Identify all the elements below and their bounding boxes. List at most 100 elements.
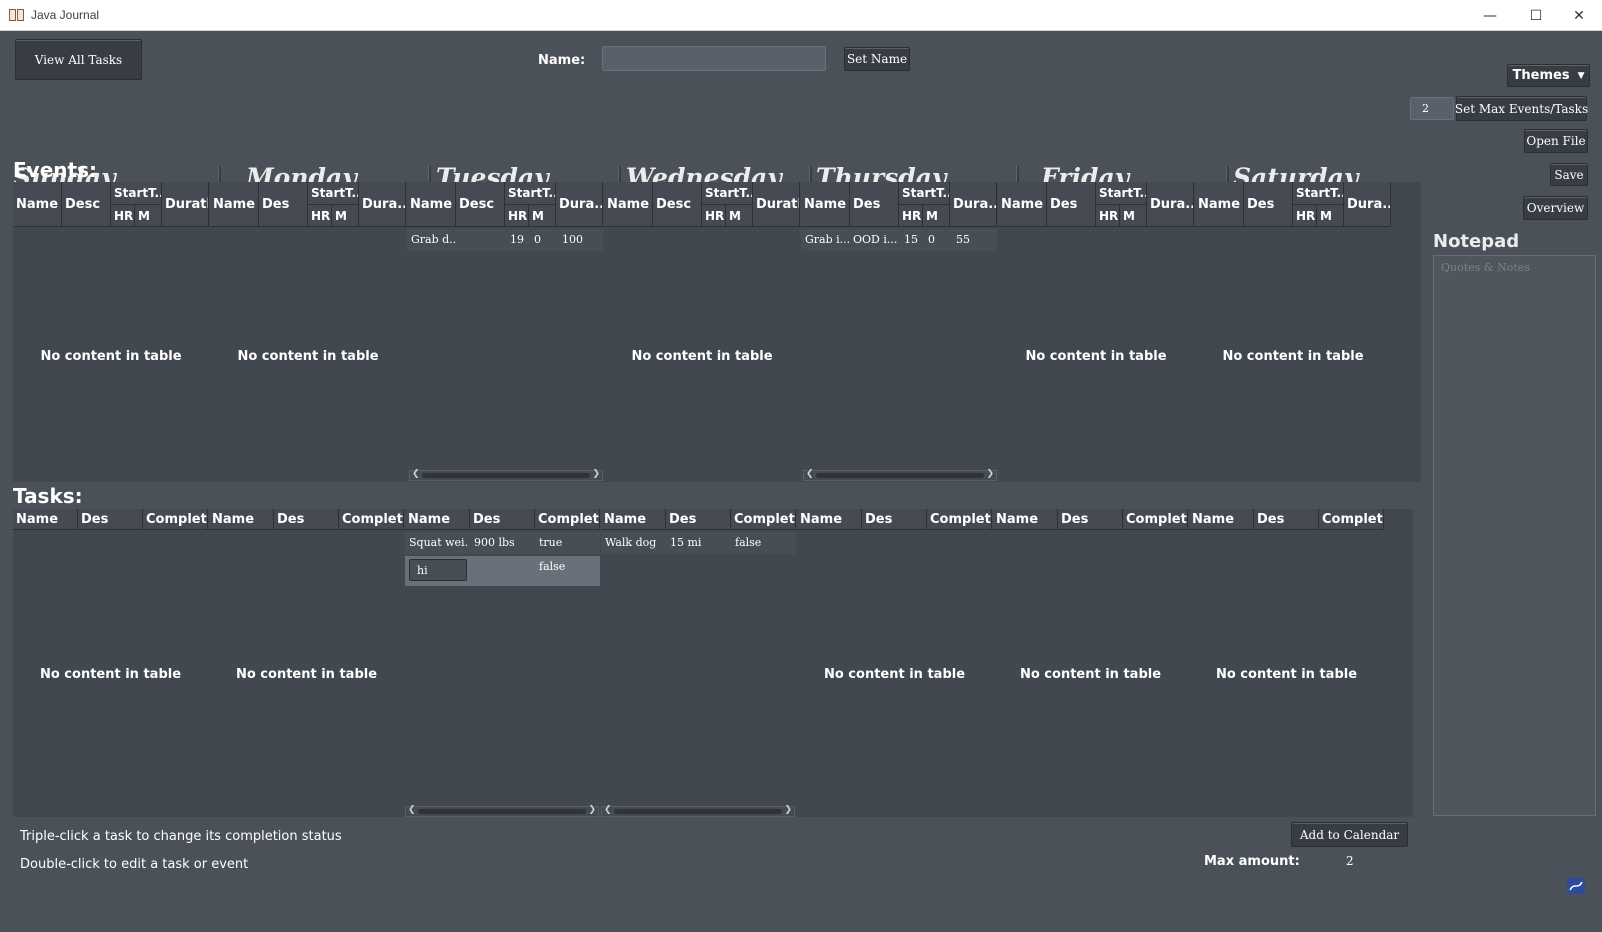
horizontal-scrollbar[interactable]: ❮ ❯: [409, 469, 603, 481]
column-header-dur[interactable]: Dura...: [1344, 182, 1391, 227]
open-file-button[interactable]: Open File: [1524, 129, 1588, 153]
column-header-dur[interactable]: Duratic: [753, 182, 800, 227]
column-header-name[interactable]: Name: [405, 509, 470, 530]
scroll-thumb[interactable]: [614, 809, 782, 814]
overview-button[interactable]: Overview: [1523, 196, 1588, 220]
column-header-m[interactable]: M: [1317, 205, 1344, 227]
column-header-hr[interactable]: HR: [1293, 205, 1317, 227]
horizontal-scrollbar[interactable]: ❮ ❯: [601, 805, 795, 817]
column-header-des[interactable]: Des: [1254, 509, 1319, 530]
column-header-m[interactable]: M: [726, 205, 753, 227]
column-header-name[interactable]: Name: [13, 182, 62, 227]
column-header-desc[interactable]: Des: [1047, 182, 1096, 227]
column-header-hr[interactable]: HR: [111, 205, 135, 227]
scroll-right-icon[interactable]: ❯: [986, 469, 994, 479]
view-all-tasks-button[interactable]: View All Tasks: [15, 39, 142, 80]
task-name-edit-input[interactable]: hi: [409, 559, 467, 581]
scroll-left-icon[interactable]: ❮: [412, 469, 420, 479]
events-table-thursday[interactable]: NameDesStartT...HRMDura... Grab i... OOD i…: [801, 182, 997, 482]
column-header-desc[interactable]: Des: [1244, 182, 1293, 227]
column-header-desc[interactable]: Desc: [62, 182, 111, 227]
column-header-name[interactable]: Name: [993, 509, 1058, 530]
column-header-m[interactable]: M: [332, 205, 359, 227]
column-header-name[interactable]: Name: [1195, 182, 1244, 227]
column-header-hr[interactable]: HR: [505, 205, 529, 227]
column-header-name[interactable]: Name: [210, 182, 259, 227]
column-header-desc[interactable]: Desc: [456, 182, 505, 227]
column-header-complete[interactable]: Complete: [535, 509, 600, 530]
scroll-left-icon[interactable]: ❮: [408, 805, 416, 815]
scroll-thumb[interactable]: [418, 809, 586, 814]
column-header-name[interactable]: Name: [604, 182, 653, 227]
column-header-starttime[interactable]: StartT...: [899, 182, 950, 205]
column-header-des[interactable]: Des: [470, 509, 535, 530]
column-header-complete[interactable]: Complete: [1319, 509, 1384, 530]
column-header-starttime[interactable]: StartT...: [111, 182, 162, 205]
column-header-m[interactable]: M: [923, 205, 950, 227]
column-header-starttime[interactable]: StartT...: [308, 182, 359, 205]
event-row[interactable]: Grab i... OOD i... 15 0 55: [801, 229, 997, 251]
column-header-m[interactable]: M: [1120, 205, 1147, 227]
minimize-icon[interactable]: —: [1467, 0, 1513, 31]
column-header-hr[interactable]: HR: [308, 205, 332, 227]
events-table-monday[interactable]: NameDesStartT...HRMDura... No content in …: [210, 182, 406, 482]
tasks-table-sunday[interactable]: NameDesComplete No content in table: [13, 509, 208, 817]
column-header-des[interactable]: Des: [78, 509, 143, 530]
tasks-table-monday[interactable]: NameDesComplete No content in table: [209, 509, 404, 817]
events-table-wednesday[interactable]: NameDescStartT...HRMDuratic No content in…: [604, 182, 800, 482]
events-table-saturday[interactable]: NameDesStartT...HRMDura... No content in …: [1195, 182, 1391, 482]
column-header-desc[interactable]: Des: [850, 182, 899, 227]
column-header-name[interactable]: Name: [13, 509, 78, 530]
column-header-dur[interactable]: Dura...: [359, 182, 406, 227]
notepad-textarea[interactable]: Quotes & Notes: [1433, 255, 1596, 816]
column-header-dur[interactable]: Dura...: [950, 182, 997, 227]
column-header-m[interactable]: M: [135, 205, 162, 227]
save-button[interactable]: Save: [1550, 163, 1588, 186]
column-header-dur[interactable]: Dura...: [556, 182, 603, 227]
name-input[interactable]: [602, 46, 826, 71]
scroll-left-icon[interactable]: ❮: [604, 805, 612, 815]
scroll-right-icon[interactable]: ❯: [784, 805, 792, 815]
tasks-table-saturday[interactable]: NameDesComplete No content in table: [1189, 509, 1384, 817]
scroll-left-icon[interactable]: ❮: [806, 469, 814, 479]
events-table-tuesday[interactable]: NameDescStartT...HRMDura...Grab d...1901…: [407, 182, 603, 482]
column-header-des[interactable]: Des: [1058, 509, 1123, 530]
column-header-name[interactable]: Name: [407, 182, 456, 227]
column-header-des[interactable]: Des: [666, 509, 731, 530]
task-row[interactable]: Squat wei... 900 lbs true: [405, 532, 600, 554]
column-header-des[interactable]: Des: [274, 509, 339, 530]
tasks-table-wednesday[interactable]: NameDesCompleteWalk dog15 mifalse❮❯: [601, 509, 796, 817]
task-row[interactable]: Walk dog 15 mi false: [601, 532, 796, 554]
column-header-name[interactable]: Name: [797, 509, 862, 530]
column-header-starttime[interactable]: StartT...: [1293, 182, 1344, 205]
horizontal-scrollbar[interactable]: ❮ ❯: [803, 469, 997, 481]
column-header-hr[interactable]: HR: [702, 205, 726, 227]
scroll-thumb[interactable]: [816, 473, 984, 478]
task-row[interactable]: hi false: [405, 556, 600, 586]
column-header-des[interactable]: Des: [862, 509, 927, 530]
column-header-name[interactable]: Name: [998, 182, 1047, 227]
column-header-name[interactable]: Name: [1189, 509, 1254, 530]
column-header-name[interactable]: Name: [801, 182, 850, 227]
tasks-table-tuesday[interactable]: NameDesComplete Squat wei... 900 lbs true hi…: [405, 509, 600, 817]
close-icon[interactable]: ✕: [1556, 0, 1602, 31]
scroll-thumb[interactable]: [422, 473, 590, 478]
column-header-starttime[interactable]: StartT...: [702, 182, 753, 205]
column-header-hr[interactable]: HR: [899, 205, 923, 227]
set-max-events-button[interactable]: Set Max Events/Tasks: [1455, 96, 1588, 121]
column-header-complete[interactable]: Complete: [927, 509, 992, 530]
column-header-desc[interactable]: Des: [259, 182, 308, 227]
events-table-sunday[interactable]: NameDescStartT...HRMDuratic No content in…: [13, 182, 209, 482]
column-header-name[interactable]: Name: [209, 509, 274, 530]
scroll-right-icon[interactable]: ❯: [588, 805, 596, 815]
column-header-starttime[interactable]: StartT...: [505, 182, 556, 205]
tasks-table-thursday[interactable]: NameDesComplete No content in table: [797, 509, 992, 817]
column-header-m[interactable]: M: [529, 205, 556, 227]
max-events-input[interactable]: 2: [1410, 97, 1454, 120]
column-header-complete[interactable]: Complete: [143, 509, 208, 530]
horizontal-scrollbar[interactable]: ❮ ❯: [405, 805, 599, 817]
event-row[interactable]: Grab d... 19 0 100: [407, 229, 603, 251]
tasks-table-friday[interactable]: NameDesComplete No content in table: [993, 509, 1188, 817]
column-header-starttime[interactable]: StartT...: [1096, 182, 1147, 205]
column-header-dur[interactable]: Dura...: [1147, 182, 1194, 227]
